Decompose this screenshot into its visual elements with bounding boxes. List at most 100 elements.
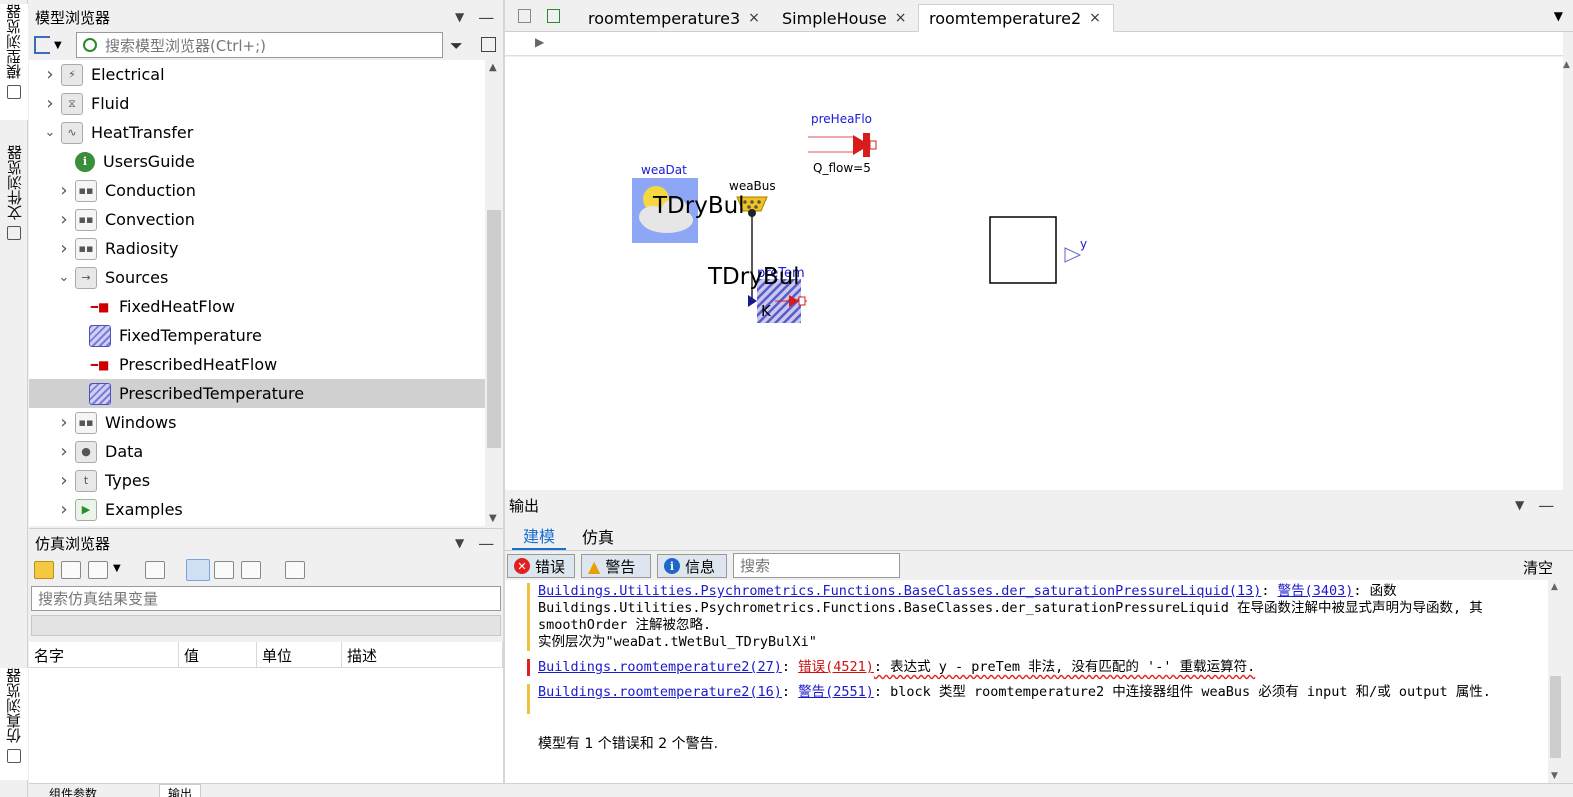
chevron-right-icon[interactable]: › xyxy=(57,209,71,230)
chevron-right-icon[interactable]: › xyxy=(57,412,71,433)
tab-roomtemperature3[interactable]: roomtemperature3 × xyxy=(578,4,770,32)
tree-item-usersguide[interactable]: i UsersGuide xyxy=(29,147,485,176)
side-tab-sim-browser[interactable]: 仿真浏览器 xyxy=(0,668,28,780)
log-code[interactable]: 警告(3403) xyxy=(1278,583,1354,599)
tab-component-params[interactable]: 组件参数 xyxy=(49,785,97,797)
collapse-icon[interactable] xyxy=(285,561,305,579)
tree-item-conduction[interactable]: › ▪▪ Conduction xyxy=(29,176,485,205)
chevron-right-icon[interactable]: ▶ xyxy=(535,35,544,49)
close-icon[interactable]: × xyxy=(748,10,760,26)
filter-icon[interactable]: ⏷ xyxy=(450,36,463,56)
output-search-input[interactable]: 搜索 xyxy=(733,553,900,578)
sim-search-input[interactable]: 搜索仿真结果变量 xyxy=(31,586,501,611)
scroll-down-icon[interactable]: ▼ xyxy=(489,513,497,524)
collapse-all-icon[interactable] xyxy=(481,37,496,52)
preheaflo-block[interactable] xyxy=(808,133,877,157)
plot-curve-icon[interactable] xyxy=(186,559,210,581)
view-mode-button[interactable]: ▼ xyxy=(34,34,72,56)
scrollbar-thumb[interactable] xyxy=(1550,676,1561,758)
import-icon[interactable] xyxy=(145,561,165,579)
filter-warning-button[interactable]: ▲ 警告 xyxy=(581,554,651,578)
panel-minimize-icon[interactable]: — xyxy=(478,534,494,553)
col-description[interactable]: 描述 xyxy=(342,642,503,668)
scroll-down-icon[interactable]: ▼ xyxy=(1551,771,1558,781)
export-icon[interactable] xyxy=(88,561,108,579)
col-value[interactable]: 值 xyxy=(179,642,257,668)
tree-item-label: PrescribedTemperature xyxy=(119,384,305,403)
chevron-down-icon[interactable]: ▼ xyxy=(113,563,121,574)
clear-button[interactable]: 清空 xyxy=(1523,557,1553,578)
heatflow-icon: ━■ xyxy=(89,295,111,318)
chevron-right-icon[interactable]: › xyxy=(43,64,57,85)
diagram-canvas[interactable]: preHeaFlo Q_flow=5 weaDat weaBus TDryBul… xyxy=(505,57,1563,490)
col-name[interactable]: 名字 xyxy=(29,642,179,668)
chevron-right-icon[interactable]: › xyxy=(43,93,57,114)
col-unit[interactable]: 单位 xyxy=(257,642,342,668)
scroll-up-icon[interactable]: ▲ xyxy=(489,62,497,73)
chevron-down-icon: ▼ xyxy=(54,39,62,51)
log-link[interactable]: Buildings.roomtemperature2(27) xyxy=(538,659,782,675)
model-tree-scrollbar[interactable]: ▲ ▼ xyxy=(485,60,503,526)
scrollbar-thumb[interactable] xyxy=(487,210,501,448)
tab-output[interactable]: 输出 xyxy=(159,784,202,797)
chevron-right-icon[interactable]: › xyxy=(57,499,71,520)
tree-item-fluid[interactable]: › ⧖ Fluid xyxy=(29,89,485,118)
chevron-right-icon[interactable]: › xyxy=(57,470,71,491)
side-tab-file-browser[interactable]: 文件浏览器 xyxy=(0,145,28,245)
scroll-up-icon[interactable]: ▲ xyxy=(1563,60,1570,70)
tree-item-electrical[interactable]: › ⚡ Electrical xyxy=(29,60,485,89)
tab-menu-icon[interactable]: ▼ xyxy=(1554,9,1563,23)
scroll-up-icon[interactable]: ▲ xyxy=(1551,582,1558,592)
document-icon[interactable] xyxy=(518,9,531,23)
tree-item-types[interactable]: › t Types xyxy=(29,466,485,495)
panel-minimize-icon[interactable]: — xyxy=(478,8,494,27)
tree-item-examples[interactable]: › ▶ Examples xyxy=(29,495,485,524)
chevron-right-icon[interactable]: › xyxy=(57,238,71,259)
close-icon[interactable]: × xyxy=(1089,10,1101,26)
open-folder-icon[interactable] xyxy=(34,561,54,579)
tree-item-heattransfer[interactable]: ⌄ ∿ HeatTransfer xyxy=(29,118,485,147)
chevron-down-icon[interactable]: ⌄ xyxy=(43,125,57,140)
output-block[interactable] xyxy=(989,216,1082,284)
tree-item-convection[interactable]: › ▪▪ Convection xyxy=(29,205,485,234)
chevron-right-icon[interactable]: › xyxy=(57,180,71,201)
tree-item-windows[interactable]: › ▪▪ Windows xyxy=(29,408,485,437)
tab-label: roomtemperature2 xyxy=(929,8,1082,28)
log-link[interactable]: Buildings.Utilities.Psychrometrics.Funct… xyxy=(538,583,1261,599)
tree-item-fixedtemperature[interactable]: FixedTemperature xyxy=(29,321,485,350)
tree-item-prescribedheatflow[interactable]: ━■ PrescribedHeatFlow xyxy=(29,350,485,379)
tree-item-label: Sources xyxy=(105,268,169,287)
side-tab-model-browser[interactable]: 模型浏览器 xyxy=(0,4,28,120)
panel-menu-icon[interactable]: ▼ xyxy=(455,10,464,24)
filter-info-button[interactable]: i 信息 xyxy=(657,554,727,578)
tab-simplehouse[interactable]: SimpleHouse × xyxy=(772,4,917,32)
save-icon[interactable] xyxy=(61,561,81,579)
plot-list-icon[interactable] xyxy=(214,561,234,579)
model-search-input[interactable]: 搜索模型浏览器(Ctrl+;) xyxy=(76,32,443,58)
chevron-right-icon[interactable]: › xyxy=(57,441,71,462)
filter-error-button[interactable]: ✕ 错误 xyxy=(507,554,575,578)
chevron-down-icon[interactable]: ⌄ xyxy=(57,270,71,285)
tab-simulation[interactable]: 仿真 xyxy=(578,522,618,550)
log-code[interactable]: 警告(2551) xyxy=(798,684,874,700)
new-document-icon[interactable] xyxy=(547,9,560,23)
log-code[interactable]: 错误(4521) xyxy=(798,659,874,675)
log-link[interactable]: Buildings.roomtemperature2(16) xyxy=(538,684,782,700)
tree-item-prescribedtemperature[interactable]: PrescribedTemperature xyxy=(29,379,485,408)
tab-modeling[interactable]: 建模 xyxy=(512,522,566,550)
panel-minimize-icon[interactable]: — xyxy=(1538,496,1554,515)
tree-item-data[interactable]: › ● Data xyxy=(29,437,485,466)
canvas-scrollbar[interactable]: ▲ xyxy=(1563,32,1573,490)
tab-roomtemperature2[interactable]: roomtemperature2 × xyxy=(918,4,1114,32)
plot-wave-icon[interactable] xyxy=(241,561,261,579)
tree-item-sources[interactable]: ⌄ → Sources xyxy=(29,263,485,292)
tree-item-fixedheatflow[interactable]: ━■ FixedHeatFlow xyxy=(29,292,485,321)
log-text: smoothOrder 注解被忽略. xyxy=(538,617,712,633)
tab-label: roomtemperature3 xyxy=(588,8,741,28)
close-icon[interactable]: × xyxy=(895,10,907,26)
log-scrollbar[interactable]: ▲ ▼ xyxy=(1548,580,1563,783)
panel-menu-icon[interactable]: ▼ xyxy=(455,536,464,550)
panel-menu-icon[interactable]: ▼ xyxy=(1515,498,1524,512)
model-tree: › ⚡ Electrical › ⧖ Fluid ⌄ ∿ HeatTransfer i UsersG… xyxy=(29,60,485,526)
tree-item-radiosity[interactable]: › ▪▪ Radiosity xyxy=(29,234,485,263)
